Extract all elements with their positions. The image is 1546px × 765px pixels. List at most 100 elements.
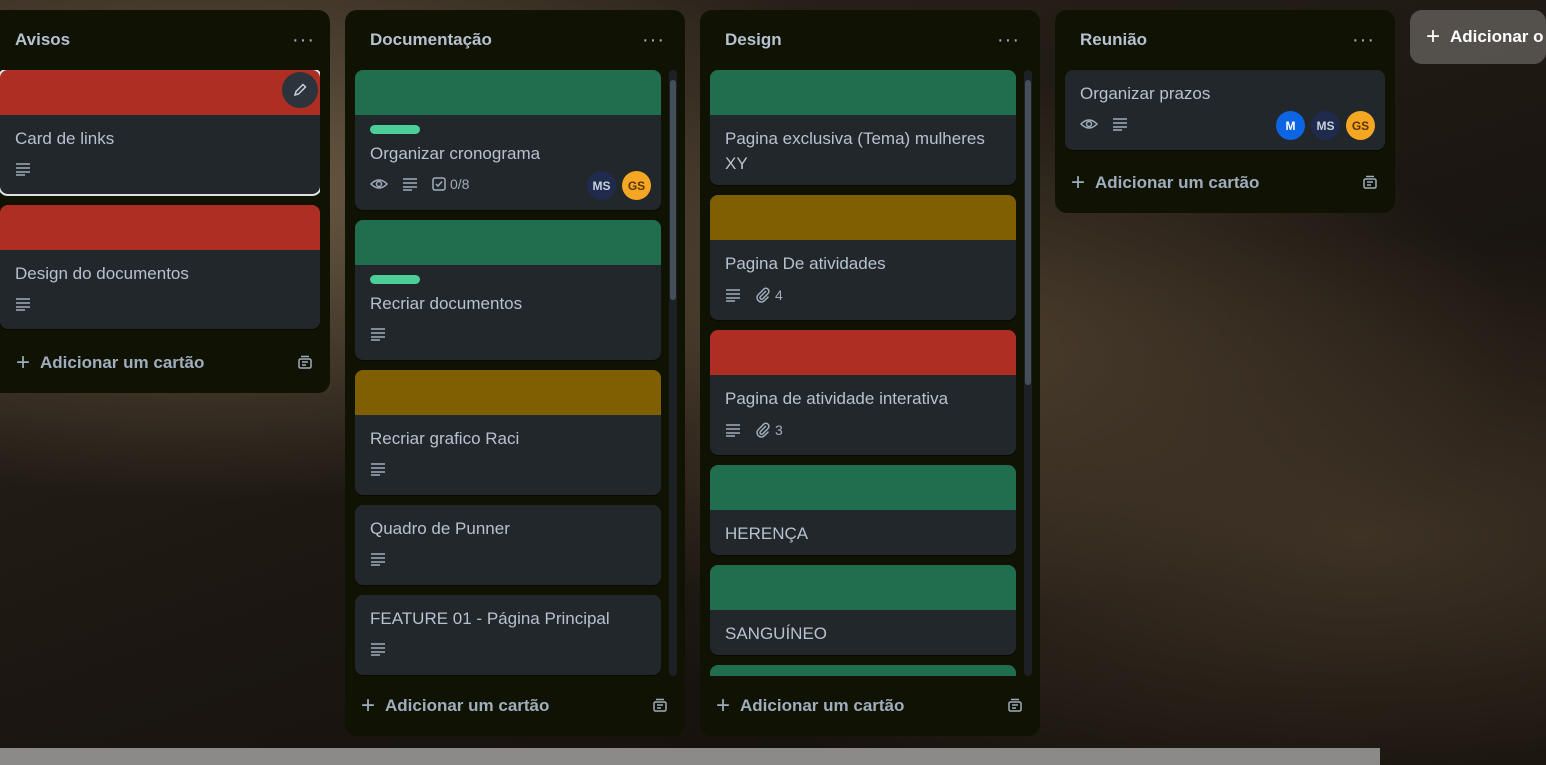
card-list: Card de links Design do documentos [0,70,320,340]
template-icon[interactable] [1006,698,1024,714]
card-title: Organizar prazos [1080,84,1211,103]
add-card-button[interactable]: + Adicionar um cartão [355,686,675,726]
list-avisos: Avisos ··· Card de links Design do docum… [0,10,330,393]
card-title: Card de links [15,129,115,148]
paperclip-icon [756,422,770,438]
list-design: Design ··· Pagina exclusiva (Tema) mulhe… [700,10,1040,736]
avatar-ms[interactable]: MS [587,171,616,200]
list-title[interactable]: Reunião [1080,30,1147,50]
add-card-label: Adicionar um cartão [740,696,905,715]
avatar-m[interactable]: M [1276,111,1305,140]
avatar-gs[interactable]: GS [1346,111,1375,140]
card-title: Recriar grafico Raci [370,429,520,448]
add-card-label: Adicionar um cartão [40,353,205,372]
card-cover [355,220,661,265]
paperclip-icon [756,287,770,303]
pencil-icon [293,83,307,97]
description-icon [402,177,418,191]
attachment-badge: 3 [755,422,783,438]
card-cover [710,465,1016,510]
add-card-button[interactable]: + Adicionar um cartão [10,343,320,383]
card-feature-01[interactable]: FEATURE 01 - Página Principal [355,595,661,675]
template-icon[interactable] [651,698,669,714]
list-reuniao: Reunião ··· Organizar prazos M MS GS + A… [1055,10,1395,213]
card-quadro-de-punner[interactable]: Quadro de Punner [355,505,661,585]
card-title: Design do documentos [15,264,189,283]
card-title: FEATURE 01 - Página Principal [370,609,610,628]
add-card-button[interactable]: + Adicionar um cartão [1065,163,1385,203]
scroll-thumb[interactable] [1025,80,1031,385]
card-pagina-exclusiva[interactable]: Pagina exclusiva (Tema) mulheres XY [710,70,1016,185]
list-menu-button[interactable]: ··· [1352,30,1375,50]
avatar-gs[interactable]: GS [622,171,651,200]
card-title: Organizar cronograma [370,144,541,163]
card-cover [355,370,661,415]
add-card-label: Adicionar um cartão [1095,173,1260,192]
label-green[interactable] [370,275,420,284]
card-design-do-documentos[interactable]: Design do documentos [0,205,320,329]
card-cover [710,330,1016,375]
add-list-label: Adicionar o [1450,27,1544,46]
card-recriar-documentos[interactable]: Recriar documentos [355,220,661,360]
list-title[interactable]: Avisos [15,30,70,50]
add-card-button[interactable]: + Adicionar um cartão [710,686,1030,726]
add-card-label: Adicionar um cartão [385,696,550,715]
list-title[interactable]: Design [725,30,782,50]
plus-icon: + [361,692,376,719]
edit-card-button[interactable] [282,72,318,108]
card-cover [0,70,320,115]
card-cover [710,565,1016,610]
card-card-de-links[interactable]: Card de links [0,70,320,196]
description-icon [370,327,386,341]
checklist-icon [432,177,446,191]
card-pagina-de-atividades[interactable]: Pagina De atividades 4 [710,195,1016,320]
card-title: Pagina exclusiva (Tema) mulheres XY [725,129,985,173]
plus-icon: + [16,349,31,376]
horizontal-scrollbar[interactable] [0,748,1380,765]
card-sanguineo[interactable]: SANGUÍNEO [710,565,1016,655]
card-organizar-prazos[interactable]: Organizar prazos M MS GS [1065,70,1385,150]
list-title[interactable]: Documentação [370,30,492,50]
card-title: Pagina De atividades [725,254,886,273]
list-menu-button[interactable]: ··· [292,30,315,50]
card-cover [0,205,320,250]
card-title: Recriar documentos [370,294,523,313]
template-icon[interactable] [296,355,314,371]
description-icon [370,552,386,566]
description-icon [370,642,386,656]
card-heranca[interactable]: HERENÇA [710,465,1016,555]
list-menu-button[interactable]: ··· [997,30,1020,50]
card-title: Quadro de Punner [370,519,510,538]
card-pagina-de-atividade-interativa[interactable]: Pagina de atividade interativa 3 [710,330,1016,455]
card-title: SANGUÍNEO [725,624,828,643]
plus-icon: + [1071,169,1086,196]
list-documentacao: Documentação ··· Organizar cronograma 0/… [345,10,685,736]
card-recriar-grafico-raci[interactable]: Recriar grafico Raci [355,370,661,495]
scroll-thumb[interactable] [670,80,676,300]
description-icon [1112,117,1128,131]
card-organizar-cronograma[interactable]: Organizar cronograma 0/8 MS GS [355,70,661,210]
plus-icon: + [1426,23,1441,50]
card-cover [355,70,661,115]
avatar-ms[interactable]: MS [1311,111,1340,140]
label-green[interactable] [370,125,420,134]
plus-icon: + [716,692,731,719]
eye-icon [370,177,388,191]
description-icon [15,297,31,311]
scrollbar[interactable] [1024,70,1032,676]
description-icon [370,462,386,476]
checklist-count: 0/8 [450,176,470,192]
checklist-badge: 0/8 [432,176,469,192]
card-title: Pagina de atividade interativa [725,389,949,408]
description-icon [725,423,741,437]
card-cover [710,70,1016,115]
card-list: Organizar cronograma 0/8 MS GS Recriar d… [355,70,661,676]
list-menu-button[interactable]: ··· [642,30,665,50]
card-list: Pagina exclusiva (Tema) mulheres XY Pagi… [710,70,1016,676]
attachment-badge: 4 [755,287,783,303]
description-icon [725,288,741,302]
add-list-button[interactable]: + Adicionar o [1410,10,1546,64]
card-partial[interactable] [710,665,1016,676]
template-icon[interactable] [1361,175,1379,191]
scrollbar[interactable] [669,70,677,676]
